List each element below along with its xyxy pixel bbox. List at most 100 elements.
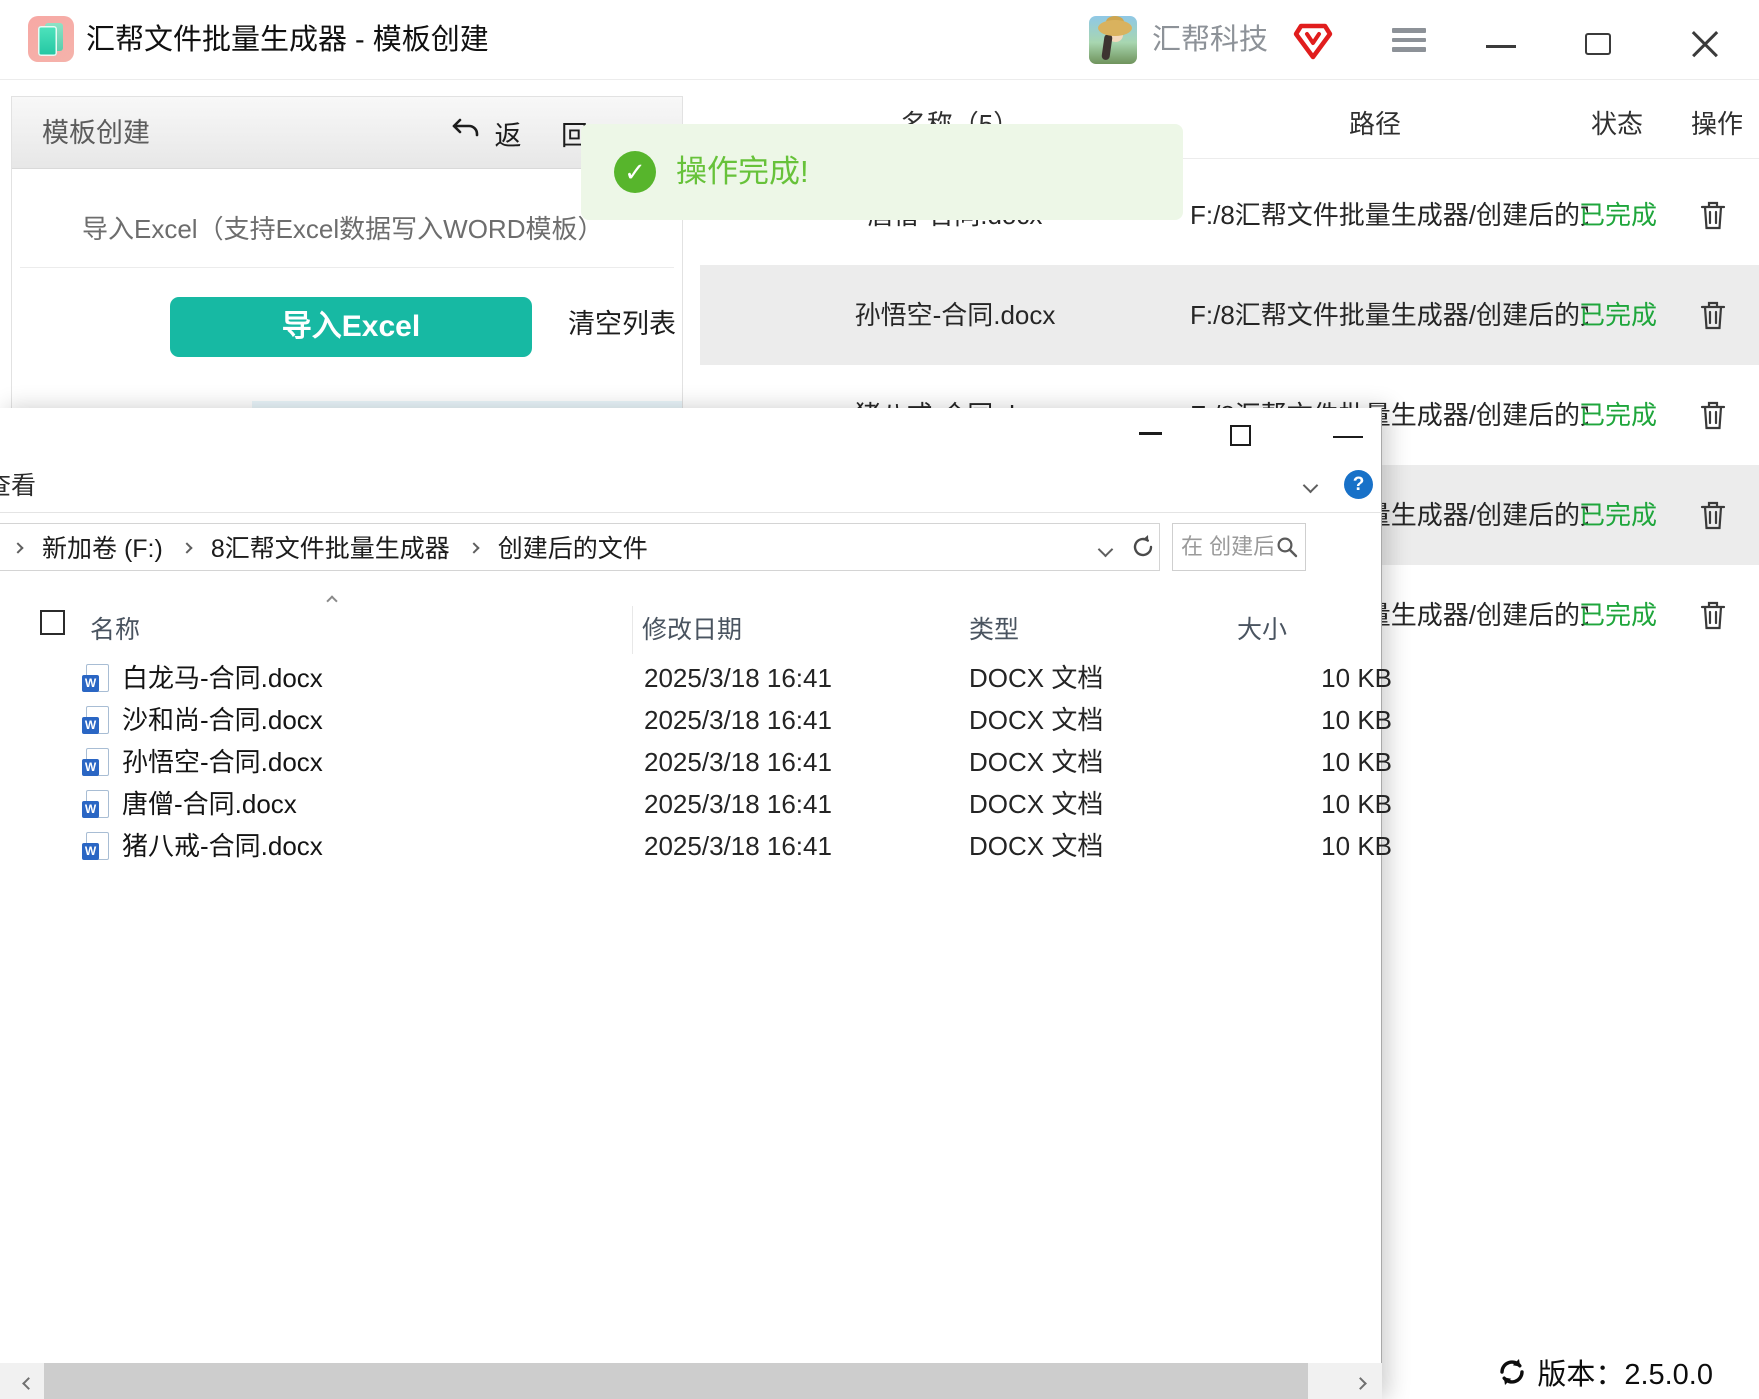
- check-circle-icon: ✓: [614, 151, 656, 193]
- column-header-path[interactable]: 路径: [1330, 96, 1420, 152]
- file-size: 10 KB: [1321, 789, 1392, 819]
- delete-trash-icon[interactable]: [1698, 299, 1728, 331]
- app-close-button[interactable]: [1690, 29, 1720, 59]
- menu-icon[interactable]: [1392, 28, 1426, 52]
- explorer-minimize-button[interactable]: [1139, 432, 1162, 435]
- explorer-column-name[interactable]: 名称: [90, 604, 140, 656]
- word-file-icon: W: [82, 748, 109, 776]
- toast-message: 操作完成!: [676, 154, 809, 189]
- search-box: [1172, 523, 1306, 571]
- file-list-item[interactable]: W 唐僧-合同.docx 2025/3/18 16:41 DOCX 文档 10 …: [0, 783, 1392, 825]
- file-explorer-window: 查看 ? 新加卷 (F:) 8汇帮文件批量生成器 创建后的文件: [0, 408, 1392, 1399]
- file-date: 2025/3/18 16:41: [644, 663, 832, 693]
- column-header-action[interactable]: 操作: [1682, 96, 1752, 152]
- status-badge: 已完成: [1578, 600, 1657, 630]
- delete-trash-icon[interactable]: [1698, 199, 1728, 231]
- chevron-right-icon: [181, 542, 193, 554]
- avatar[interactable]: [1089, 16, 1137, 64]
- scroll-left-icon[interactable]: [22, 1375, 35, 1393]
- breadcrumb-item-subfolder[interactable]: 创建后的文件: [498, 529, 648, 565]
- table-row[interactable]: 孙悟空-合同.docx F:/8汇帮文件批量生成器/创建后的文件 已完成: [700, 265, 1759, 365]
- divider: [0, 512, 1382, 513]
- delete-trash-icon[interactable]: [1698, 599, 1728, 631]
- status-badge: 已完成: [1578, 300, 1657, 330]
- file-type: DOCX 文档: [969, 705, 1104, 735]
- explorer-column-date[interactable]: 修改日期: [642, 604, 742, 656]
- row-file-path: F:/8汇帮文件批量生成器/创建后的文件: [1190, 300, 1588, 330]
- import-excel-button[interactable]: 导入Excel: [170, 297, 532, 357]
- delete-trash-icon[interactable]: [1698, 499, 1728, 531]
- horizontal-scrollbar[interactable]: [0, 1363, 1382, 1399]
- chevron-right-icon: [12, 542, 24, 554]
- file-size: 10 KB: [1321, 705, 1392, 735]
- scrollbar-thumb[interactable]: [44, 1363, 1308, 1399]
- explorer-column-type[interactable]: 类型: [969, 604, 1019, 656]
- row-file-path: F:/8汇帮文件批量生成器/创建后的文件: [1190, 200, 1588, 230]
- search-icon[interactable]: [1276, 536, 1298, 558]
- file-date: 2025/3/18 16:41: [644, 831, 832, 861]
- file-name: 沙和尚-合同.docx: [122, 705, 323, 735]
- vip-badge-icon[interactable]: [1293, 21, 1333, 66]
- update-refresh-icon[interactable]: [1497, 1357, 1527, 1387]
- chevron-down-icon[interactable]: [1302, 477, 1319, 496]
- breadcrumb-item-folder[interactable]: 8汇帮文件批量生成器: [211, 529, 450, 565]
- app-maximize-button[interactable]: [1585, 33, 1611, 55]
- file-size: 10 KB: [1321, 663, 1392, 693]
- breadcrumb: 新加卷 (F:) 8汇帮文件批量生成器 创建后的文件: [12, 523, 648, 571]
- file-type: DOCX 文档: [969, 747, 1104, 777]
- file-list-item[interactable]: W 孙悟空-合同.docx 2025/3/18 16:41 DOCX 文档 10…: [0, 741, 1392, 783]
- account-name: 汇帮科技: [1152, 24, 1269, 56]
- status-badge: 已完成: [1578, 400, 1657, 430]
- app-minimize-button[interactable]: [1486, 45, 1516, 48]
- success-toast: ✓ 操作完成!: [581, 124, 1183, 220]
- address-dropdown-icon[interactable]: [1097, 541, 1114, 560]
- file-type: DOCX 文档: [969, 663, 1104, 693]
- panel-title: 模板创建: [42, 118, 150, 148]
- file-size: 10 KB: [1321, 747, 1392, 777]
- search-input[interactable]: [1181, 528, 1273, 566]
- file-name: 白龙马-合同.docx: [122, 663, 323, 693]
- divider: [20, 267, 674, 268]
- word-file-icon: W: [82, 790, 109, 818]
- file-name: 猪八戒-合同.docx: [122, 831, 323, 861]
- app-logo-icon: [28, 16, 74, 62]
- file-type: DOCX 文档: [969, 789, 1104, 819]
- menu-view-tab[interactable]: 查看: [0, 462, 36, 510]
- sort-ascending-icon: [326, 592, 338, 610]
- explorer-column-size[interactable]: 大小: [1237, 604, 1287, 656]
- clear-list-button[interactable]: 清空列表: [568, 302, 676, 341]
- import-hint-text: 导入Excel（支持Excel数据写入WORD模板）: [82, 214, 604, 244]
- file-list-item[interactable]: W 沙和尚-合同.docx 2025/3/18 16:41 DOCX 文档 10…: [0, 699, 1392, 741]
- screen: 汇帮文件批量生成器 - 模板创建 汇帮科技 模板创建 返 回 导入Excel（支…: [0, 0, 1759, 1399]
- file-list-item[interactable]: W 猪八戒-合同.docx 2025/3/18 16:41 DOCX 文档 10…: [0, 825, 1392, 867]
- window-title: 汇帮文件批量生成器 - 模板创建: [86, 24, 489, 56]
- app-titlebar: 汇帮文件批量生成器 - 模板创建 汇帮科技: [0, 0, 1759, 80]
- explorer-maximize-button[interactable]: [1230, 425, 1251, 446]
- row-file-name: 孙悟空-合同.docx: [854, 300, 1056, 330]
- file-date: 2025/3/18 16:41: [644, 789, 832, 819]
- word-file-icon: W: [82, 832, 109, 860]
- refresh-icon[interactable]: [1130, 534, 1156, 560]
- file-list-item[interactable]: W 白龙马-合同.docx 2025/3/18 16:41 DOCX 文档 10…: [0, 657, 1392, 699]
- file-date: 2025/3/18 16:41: [644, 705, 832, 735]
- column-header-status[interactable]: 状态: [1572, 96, 1662, 152]
- explorer-close-button[interactable]: [1320, 424, 1363, 448]
- chevron-right-icon: [468, 542, 480, 554]
- divider: [632, 606, 633, 654]
- breadcrumb-item-drive[interactable]: 新加卷 (F:): [42, 529, 163, 565]
- status-badge: 已完成: [1578, 200, 1657, 230]
- file-date: 2025/3/18 16:41: [644, 747, 832, 777]
- word-file-icon: W: [82, 664, 109, 692]
- file-name: 孙悟空-合同.docx: [122, 747, 323, 777]
- file-size: 10 KB: [1321, 831, 1392, 861]
- select-all-checkbox[interactable]: [40, 610, 65, 635]
- status-badge: 已完成: [1578, 500, 1657, 530]
- help-button[interactable]: ?: [1344, 470, 1373, 499]
- file-type: DOCX 文档: [969, 831, 1104, 861]
- file-name: 唐僧-合同.docx: [122, 789, 297, 819]
- scroll-right-icon[interactable]: [1354, 1375, 1367, 1393]
- undo-arrow-icon: [450, 117, 480, 150]
- delete-trash-icon[interactable]: [1698, 399, 1728, 431]
- version-label: 版本：2.5.0.0: [1537, 1359, 1713, 1391]
- version-footer: 版本：2.5.0.0: [1497, 1352, 1713, 1392]
